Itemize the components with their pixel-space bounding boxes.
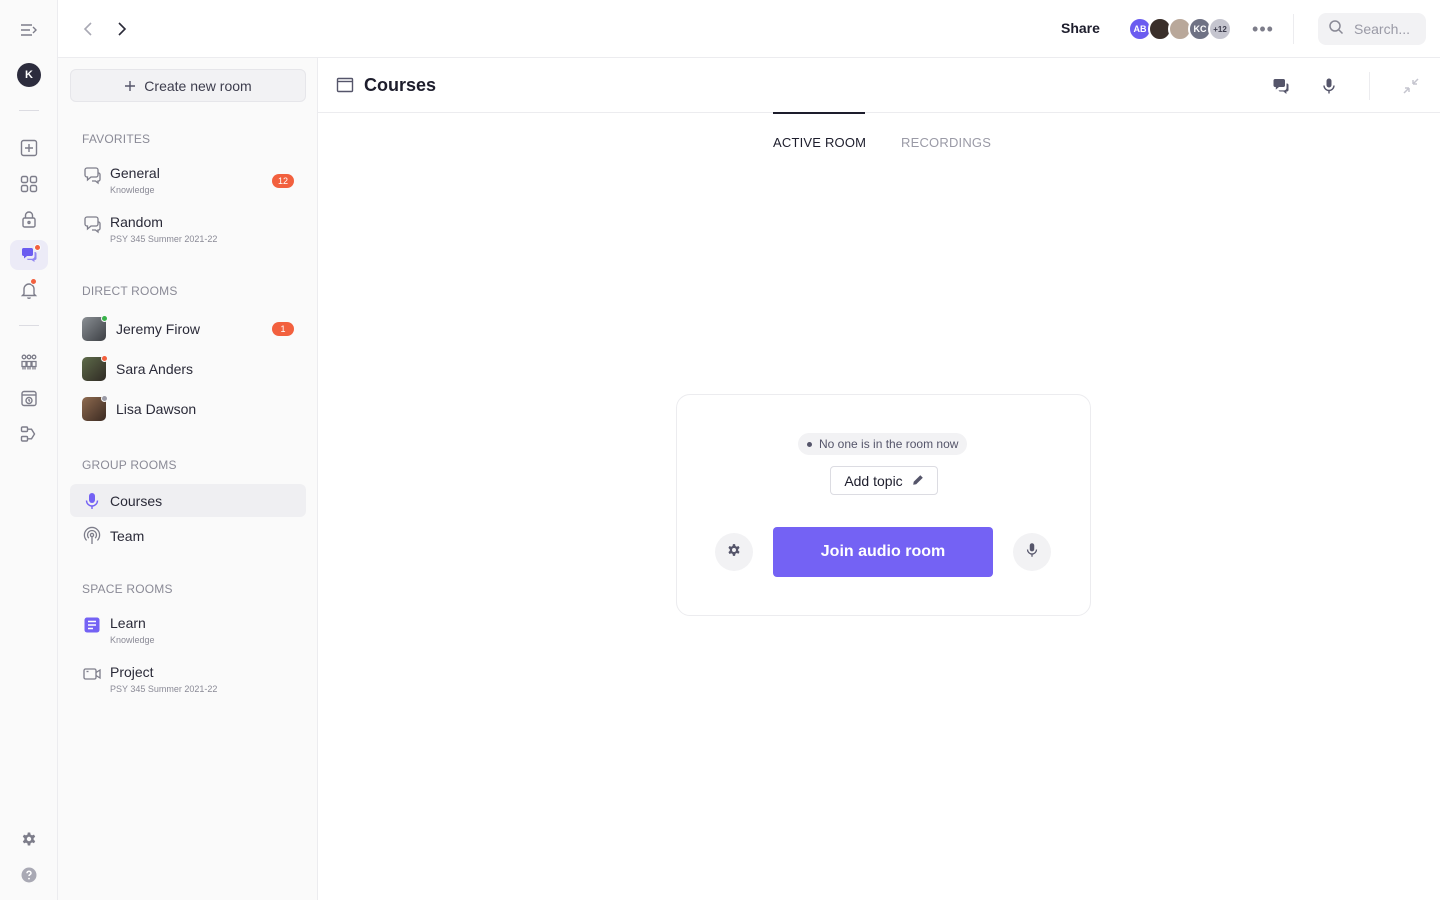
room-subtitle: Knowledge [110, 185, 155, 195]
collapse-menu-icon[interactable] [15, 16, 43, 44]
rail-divider [19, 325, 39, 326]
search-input[interactable] [1354, 21, 1420, 37]
room-name: Team [110, 528, 145, 544]
room-item-random[interactable]: Random PSY 345 Summer 2021-22 [70, 213, 306, 247]
unread-badge: 12 [271, 174, 294, 188]
room-subtitle: PSY 345 Summer 2021-22 [110, 234, 218, 244]
add-square-icon[interactable] [15, 134, 43, 162]
lock-icon[interactable] [15, 205, 43, 233]
section-title-direct-rooms: DIRECT ROOMS [82, 284, 178, 298]
rail-divider [19, 110, 39, 111]
participant-avatars[interactable]: AB KC +12 [1128, 17, 1238, 41]
gear-icon [725, 541, 743, 564]
offline-status-dot [101, 395, 108, 402]
pencil-icon [912, 473, 924, 489]
page-title: Courses [364, 75, 437, 95]
collapse-icon[interactable] [1400, 75, 1422, 97]
divider [1293, 14, 1294, 44]
bell-icon[interactable] [15, 276, 43, 304]
audio-room-card: No one is in the room now Add topic Join… [676, 394, 1091, 616]
create-new-room-label: Create new room [144, 77, 252, 94]
user-avatar[interactable]: K [17, 63, 41, 87]
room-name: Courses [110, 492, 163, 509]
room-subtitle: Knowledge [110, 635, 155, 645]
space-room-learn[interactable]: Learn Knowledge [70, 614, 306, 648]
calendar-clock-icon[interactable] [15, 384, 43, 412]
broadcast-icon [82, 526, 102, 546]
contact-name: Sara Anders [116, 361, 194, 377]
section-title-favorites: FAVORITES [82, 132, 151, 146]
notification-dot [34, 244, 41, 251]
join-audio-room-button[interactable]: Join audio room [773, 527, 993, 577]
chat-bubble-icon [82, 165, 102, 185]
more-participants-count[interactable]: +12 [1208, 17, 1232, 41]
microphone-icon [1023, 541, 1041, 564]
plus-icon [125, 80, 136, 91]
space-room-project[interactable]: Project PSY 345 Summer 2021-22 [70, 663, 306, 697]
unread-badge: 1 [272, 322, 294, 336]
left-rail: K [0, 0, 58, 900]
contact-name: Lisa Dawson [116, 401, 197, 417]
room-header: Courses [318, 58, 1440, 113]
document-icon [82, 615, 102, 635]
window-icon [336, 76, 354, 99]
room-item-general[interactable]: General Knowledge 12 [70, 164, 306, 198]
tab-recordings[interactable]: RECORDINGS [901, 135, 991, 150]
notification-dot [30, 278, 37, 285]
add-topic-button[interactable]: Add topic [830, 466, 938, 495]
microphone-toggle-button[interactable] [1013, 533, 1051, 571]
workflow-icon[interactable] [15, 420, 43, 448]
status-dot [807, 441, 812, 447]
chat-bubble-icon [82, 214, 102, 234]
settings-button[interactable] [715, 533, 753, 571]
chat-bubbles-icon[interactable] [10, 240, 48, 270]
rooms-sidebar: Create new room FAVORITES General Knowle… [58, 58, 318, 900]
grid-icon[interactable] [15, 170, 43, 198]
section-title-space-rooms: SPACE ROOMS [82, 582, 173, 596]
avatar [82, 315, 108, 341]
busy-status-dot [101, 355, 108, 362]
more-options-icon[interactable]: ••• [1252, 18, 1274, 40]
top-bar: Share AB KC +12 ••• [58, 0, 1440, 58]
video-camera-icon [82, 664, 102, 684]
room-name: Random [110, 214, 163, 230]
direct-room-jeremy-firow[interactable]: Jeremy Firow 1 [70, 315, 306, 341]
direct-room-lisa-dawson[interactable]: Lisa Dawson [70, 395, 306, 421]
section-title-group-rooms: GROUP ROOMS [82, 458, 177, 472]
settings-icon[interactable] [15, 825, 43, 853]
contact-name: Jeremy Firow [116, 321, 201, 337]
search-icon [1328, 19, 1344, 40]
room-subtitle: PSY 345 Summer 2021-22 [110, 684, 218, 694]
online-status-dot [101, 315, 108, 322]
group-room-courses[interactable]: Courses [70, 484, 306, 517]
microphone-icon[interactable] [1318, 75, 1340, 97]
room-name: Learn [110, 615, 146, 631]
divider [1369, 72, 1370, 100]
direct-room-sara-anders[interactable]: Sara Anders [70, 355, 306, 381]
chat-icon[interactable] [1270, 75, 1292, 97]
room-status-text: No one is in the room now [819, 437, 959, 451]
search-box[interactable] [1318, 13, 1426, 45]
tab-active-room[interactable]: ACTIVE ROOM [773, 135, 866, 150]
avatar [82, 355, 108, 381]
room-name: Project [110, 664, 154, 680]
avatar [82, 395, 108, 421]
create-new-room-button[interactable]: Create new room [70, 69, 306, 102]
help-icon[interactable] [15, 861, 43, 889]
group-room-team[interactable]: Team [70, 524, 306, 548]
forward-arrow-icon[interactable] [110, 17, 134, 41]
active-tab-indicator [773, 112, 865, 114]
people-group-icon[interactable] [15, 348, 43, 376]
share-button[interactable]: Share [1061, 20, 1100, 36]
room-status-pill: No one is in the room now [798, 433, 968, 455]
room-name: General [110, 165, 160, 181]
microphone-icon [82, 491, 102, 511]
add-topic-label: Add topic [844, 472, 903, 489]
back-arrow-icon[interactable] [76, 17, 100, 41]
